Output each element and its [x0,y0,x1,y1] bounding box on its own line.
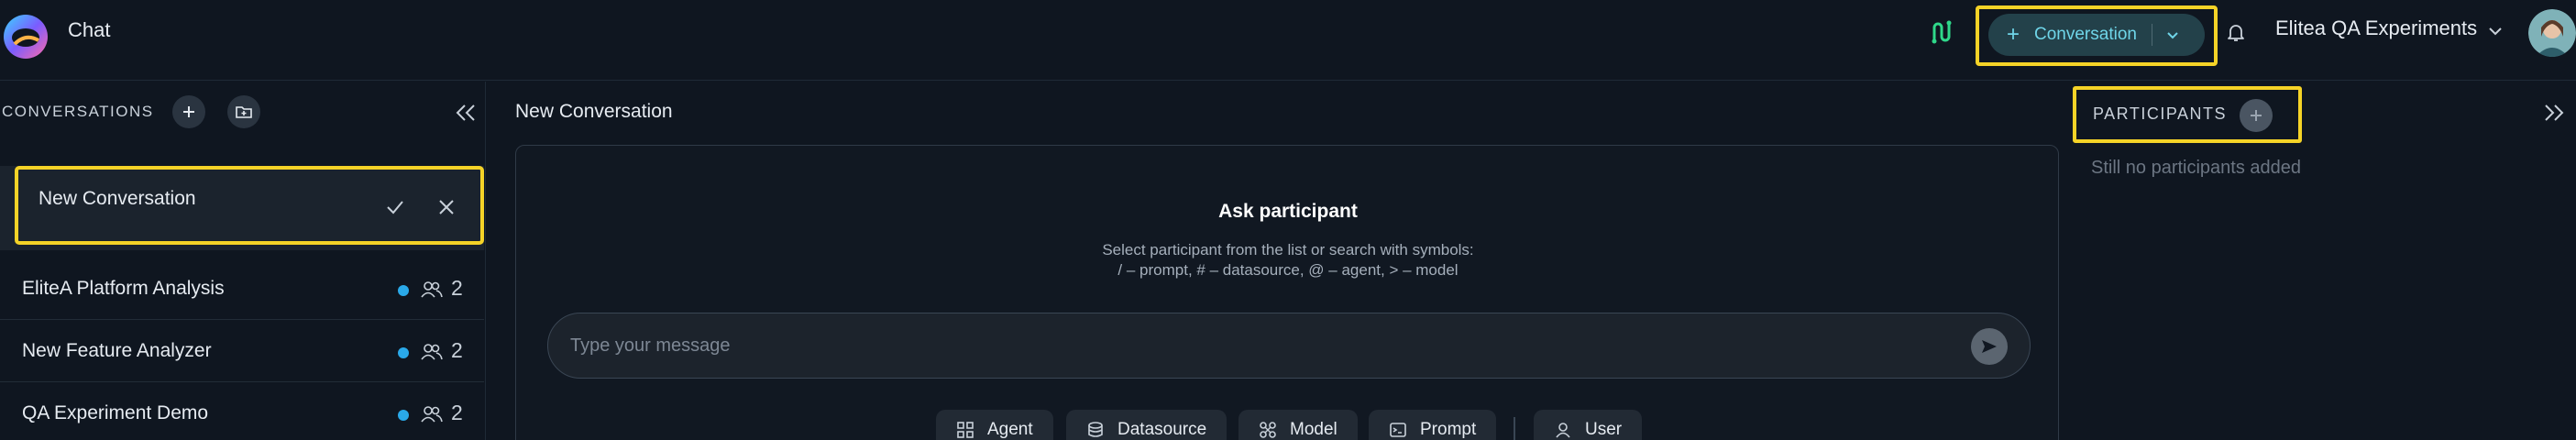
integration-icon[interactable] [1929,18,1956,46]
new-conversation-label: Conversation [2034,25,2137,44]
status-dot [398,285,409,296]
check-icon[interactable] [383,195,407,219]
top-bar: Chat + Conversation Elitea QA Experiment… [0,0,2576,81]
prompt-chip[interactable]: Prompt [1369,410,1497,440]
agent-chip[interactable]: Agent [936,410,1053,440]
conversation-name: New Feature Analyzer [22,340,212,361]
model-chip[interactable]: Model [1238,410,1358,440]
app-title: Chat [68,18,111,41]
people-icon [420,404,444,424]
chip-label: Agent [987,420,1033,439]
model-icon [1260,422,1276,438]
participant-count: 2 [451,401,463,424]
conversation-title: New Conversation [515,101,673,122]
conversations-sidebar: CONVERSATIONS New Conversation EliteA Pl… [0,82,486,440]
add-participant-button[interactable] [2240,99,2273,132]
chip-label: Prompt [1420,420,1477,439]
user-chip[interactable]: User [1534,410,1643,440]
send-button[interactable] [1971,328,2008,365]
plus-icon [2251,110,2262,121]
ask-participant-symbols: / – prompt, # – datasource, @ – agent, >… [1117,261,1459,279]
bell-icon[interactable] [2224,20,2248,44]
send-icon [1982,340,1997,353]
double-chevron-left-icon[interactable] [453,101,479,125]
conversation-row[interactable]: QA Experiment Demo 2 [0,382,484,440]
add-conversation-button[interactable] [172,95,205,128]
close-icon[interactable] [435,195,458,219]
chevron-down-icon[interactable] [2486,22,2504,40]
participants-empty-state: Still no participants added [2091,158,2302,178]
participant-count: 2 [451,338,463,362]
plus-icon: + [2006,22,2020,47]
add-folder-button[interactable] [227,95,260,128]
message-placeholder: Type your message [570,336,731,356]
datasource-chip[interactable]: Datasource [1066,410,1227,440]
participants-header-highlight: PARTICIPANTS [2073,86,2302,143]
status-dot [398,347,409,358]
conversation-row[interactable]: EliteA Platform Analysis 2 [0,258,484,320]
datasource-icon [1088,422,1103,437]
status-dot [398,410,409,421]
chevron-down-icon[interactable] [2152,27,2193,43]
agent-icon [957,422,974,438]
conversation-name-editor: New Conversation [15,166,484,245]
conversation-row[interactable]: New Feature Analyzer 2 [0,320,484,382]
people-icon [420,280,444,300]
conversation-name: QA Experiment Demo [22,402,209,424]
ask-participant-hint: Select participant from the list or sear… [1102,241,1474,258]
new-conversation-highlight: + Conversation [1976,6,2218,66]
conversations-heading: CONVERSATIONS [2,103,154,120]
chip-label: Model [1290,420,1338,439]
app-logo[interactable] [2,13,50,60]
message-input[interactable]: Type your message [547,313,2031,379]
user-icon [1556,423,1570,438]
workspace-selector[interactable]: Elitea QA Experiments [2275,16,2477,40]
chip-label: User [1585,420,1623,439]
people-icon [420,342,444,362]
plus-icon [183,106,194,117]
participants-heading: PARTICIPANTS [2093,104,2228,123]
chip-label: Datasource [1117,420,1207,439]
chip-divider [1514,417,1515,440]
double-chevron-right-icon[interactable] [2541,101,2567,125]
avatar[interactable] [2528,9,2576,57]
folder-plus-icon [236,106,252,118]
chat-panel: Ask participant Select participant from … [515,145,2059,440]
conversation-name: EliteA Platform Analysis [22,278,225,299]
prompt-icon [1390,423,1406,437]
new-conversation-button[interactable]: + Conversation [1988,14,2205,56]
conversation-name-input[interactable]: New Conversation [39,188,196,210]
ask-participant-title: Ask participant [1218,201,1358,222]
participant-count: 2 [451,276,463,300]
